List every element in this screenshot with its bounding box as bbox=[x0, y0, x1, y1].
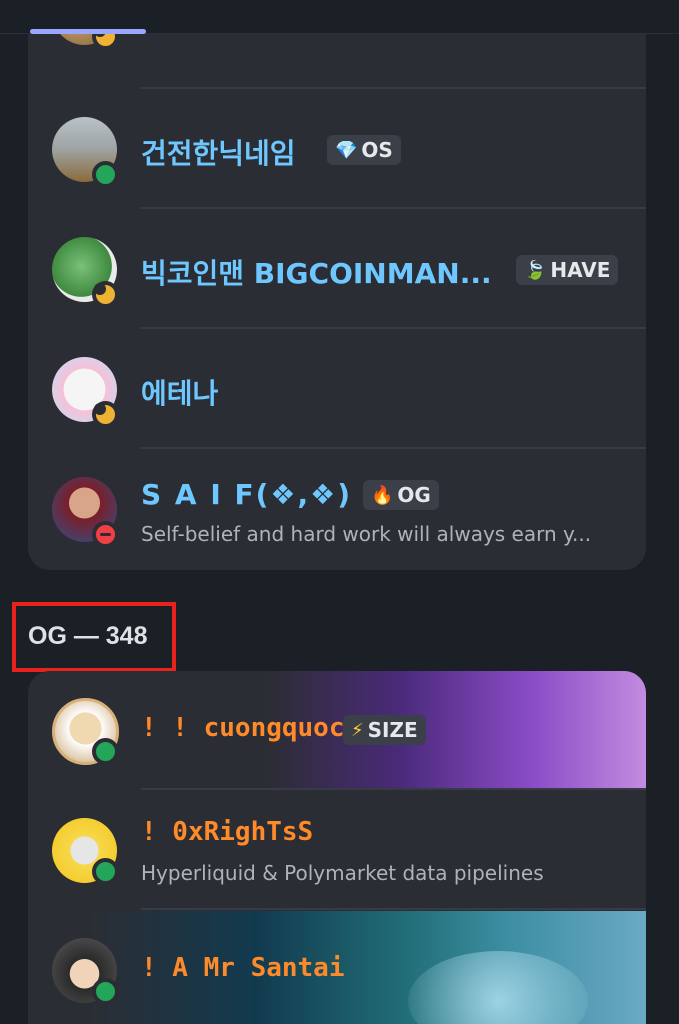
member-name: ! 0xRighTsS bbox=[141, 817, 314, 847]
status-online-icon bbox=[92, 738, 119, 765]
member-row[interactable]: 빅코인맨 BIGCOINMAN... 🍃 HAVE bbox=[28, 210, 646, 330]
member-name: 에테나 bbox=[141, 377, 219, 410]
member-row[interactable]: S A I F(❖,❖) 🔥 OG Self-belief and hard w… bbox=[28, 450, 646, 570]
status-idle-icon bbox=[92, 281, 119, 308]
member-list-card: ! ! cuongquoc ⚡ SIZE ! 0xRighTsS Hyperli… bbox=[28, 671, 646, 1024]
status-online-icon bbox=[92, 978, 119, 1005]
diamond-icon: 💎 bbox=[335, 139, 358, 161]
member-name: 빅코인맨 BIGCOINMAN... bbox=[141, 257, 492, 290]
status-idle-icon bbox=[92, 401, 119, 428]
row-divider bbox=[141, 908, 646, 910]
row-divider bbox=[141, 788, 646, 790]
top-bar bbox=[0, 0, 679, 34]
leaf-icon: 🍃 bbox=[524, 259, 547, 281]
status-online-icon bbox=[92, 858, 119, 885]
row-divider bbox=[141, 447, 646, 449]
row-divider bbox=[141, 87, 646, 89]
role-tag: 💎 OS bbox=[327, 135, 401, 165]
lightning-icon: ⚡ bbox=[351, 719, 364, 741]
highlight-box bbox=[12, 602, 176, 672]
member-row[interactable]: 에테나 bbox=[28, 330, 646, 450]
member-status-text: Hyperliquid & Polymarket data pipelines bbox=[141, 861, 544, 885]
status-dnd-icon bbox=[92, 521, 119, 548]
member-list-card: ··· 건전한닉네임 💎 OS 빅코인맨 BIGCOINMAN... 🍃 HAV… bbox=[28, 0, 646, 570]
scroll-indicator bbox=[30, 29, 146, 34]
role-tag: 🍃 HAVE bbox=[516, 255, 619, 285]
member-row[interactable]: ! ! cuongquoc ⚡ SIZE bbox=[28, 671, 646, 791]
member-name: ! ! cuongquoc bbox=[141, 713, 345, 743]
member-row[interactable]: ! 0xRighTsS Hyperliquid & Polymarket dat… bbox=[28, 791, 646, 911]
status-online-icon bbox=[92, 161, 119, 188]
role-tag: ⚡ SIZE bbox=[343, 715, 426, 745]
role-tag: 🔥 OG bbox=[363, 480, 439, 510]
member-name: 건전한닉네임 bbox=[141, 137, 296, 170]
member-status-text: Self-belief and hard work will always ea… bbox=[141, 522, 592, 546]
member-row[interactable]: 건전한닉네임 💎 OS bbox=[28, 90, 646, 210]
row-divider bbox=[141, 327, 646, 329]
member-name: ! A Mr Santai bbox=[141, 953, 345, 983]
member-name: S A I F(❖,❖) bbox=[141, 478, 353, 511]
row-divider bbox=[141, 207, 646, 209]
member-row[interactable]: ! A Mr Santai bbox=[28, 911, 646, 1024]
flame-icon: 🔥 bbox=[371, 484, 394, 506]
scrollbar-track[interactable] bbox=[659, 34, 679, 1024]
